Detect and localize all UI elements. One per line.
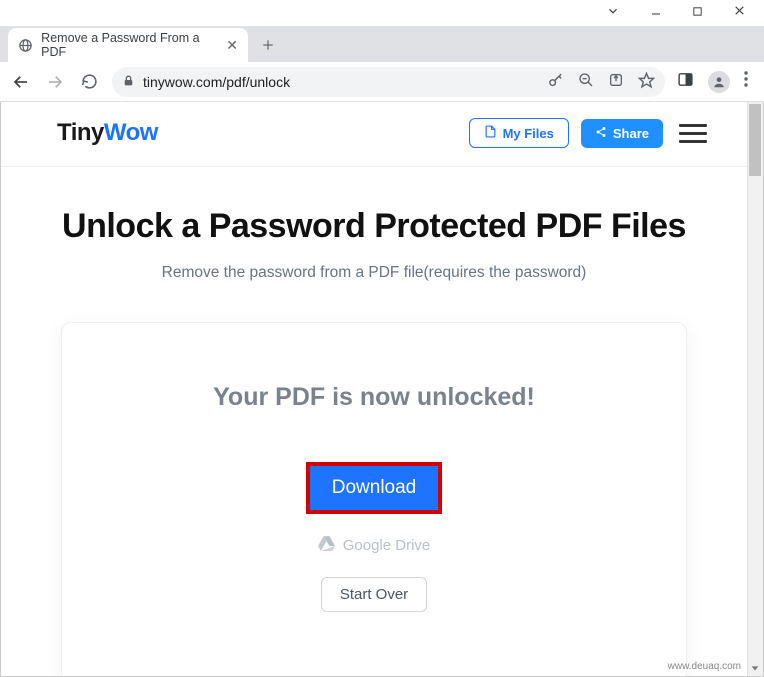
google-drive-option[interactable]: Google Drive — [102, 536, 646, 555]
my-files-label: My Files — [503, 126, 554, 141]
share-label: Share — [613, 126, 649, 141]
my-files-button[interactable]: My Files — [469, 118, 569, 148]
browser-toolbar: tinywow.com/pdf/unlock — [0, 62, 764, 102]
chevron-down-icon[interactable] — [606, 4, 620, 23]
page-subtitle: Remove the password from a PDF file(requ… — [41, 264, 707, 282]
google-drive-icon — [318, 536, 335, 555]
site-header: TinyWow My Files Share — [1, 102, 747, 167]
reload-button[interactable] — [78, 71, 100, 93]
google-drive-label: Google Drive — [343, 537, 431, 554]
omnibox-actions — [547, 72, 655, 92]
hamburger-menu-icon[interactable] — [679, 124, 707, 143]
key-icon[interactable] — [547, 72, 564, 92]
zoom-icon[interactable] — [578, 72, 594, 91]
url-text: tinywow.com/pdf/unlock — [143, 74, 531, 90]
main-section: Unlock a Password Protected PDF Files Re… — [1, 167, 747, 676]
tab-close-icon[interactable]: ✕ — [226, 37, 238, 54]
file-icon — [484, 125, 497, 141]
tab-strip: Remove a Password From a PDF ✕ — [0, 26, 764, 62]
site-logo[interactable]: TinyWow — [57, 119, 158, 147]
scroll-down-icon[interactable] — [749, 662, 761, 674]
globe-icon — [18, 37, 33, 53]
new-tab-button[interactable] — [254, 31, 282, 59]
lock-icon — [122, 74, 135, 90]
result-card: Your PDF is now unlocked! Download Googl… — [61, 322, 687, 676]
bookmark-icon[interactable] — [638, 72, 655, 92]
page-content: TinyWow My Files Share — [1, 102, 763, 676]
watermark: www.deuaq.com — [668, 661, 741, 672]
forward-button[interactable] — [44, 71, 66, 93]
reader-icon[interactable] — [677, 71, 694, 93]
download-highlight: Download — [306, 462, 443, 514]
share-icon — [595, 126, 607, 141]
minimize-icon[interactable] — [650, 4, 662, 22]
share-button[interactable]: Share — [581, 119, 663, 148]
page-title: Unlock a Password Protected PDF Files — [41, 207, 707, 246]
window-controls — [0, 0, 764, 26]
tab-title: Remove a Password From a PDF — [41, 31, 218, 59]
browser-viewport: TinyWow My Files Share — [0, 102, 764, 677]
scrollbar-thumb[interactable] — [749, 104, 761, 176]
kebab-menu-icon[interactable] — [744, 71, 748, 92]
maximize-icon[interactable] — [692, 4, 703, 22]
logo-part2: Wow — [104, 119, 158, 146]
toolbar-right — [677, 71, 754, 93]
share-page-icon[interactable] — [608, 72, 624, 91]
header-actions: My Files Share — [469, 118, 707, 148]
logo-part1: Tiny — [57, 119, 104, 146]
address-bar[interactable]: tinywow.com/pdf/unlock — [112, 67, 665, 97]
download-button[interactable]: Download — [310, 466, 439, 510]
back-button[interactable] — [10, 71, 32, 93]
profile-avatar[interactable] — [708, 71, 730, 93]
scrollbar[interactable] — [747, 102, 763, 676]
start-over-button[interactable]: Start Over — [321, 577, 427, 612]
close-icon[interactable] — [733, 4, 746, 22]
status-text: Your PDF is now unlocked! — [102, 383, 646, 412]
browser-tab[interactable]: Remove a Password From a PDF ✕ — [8, 28, 248, 62]
